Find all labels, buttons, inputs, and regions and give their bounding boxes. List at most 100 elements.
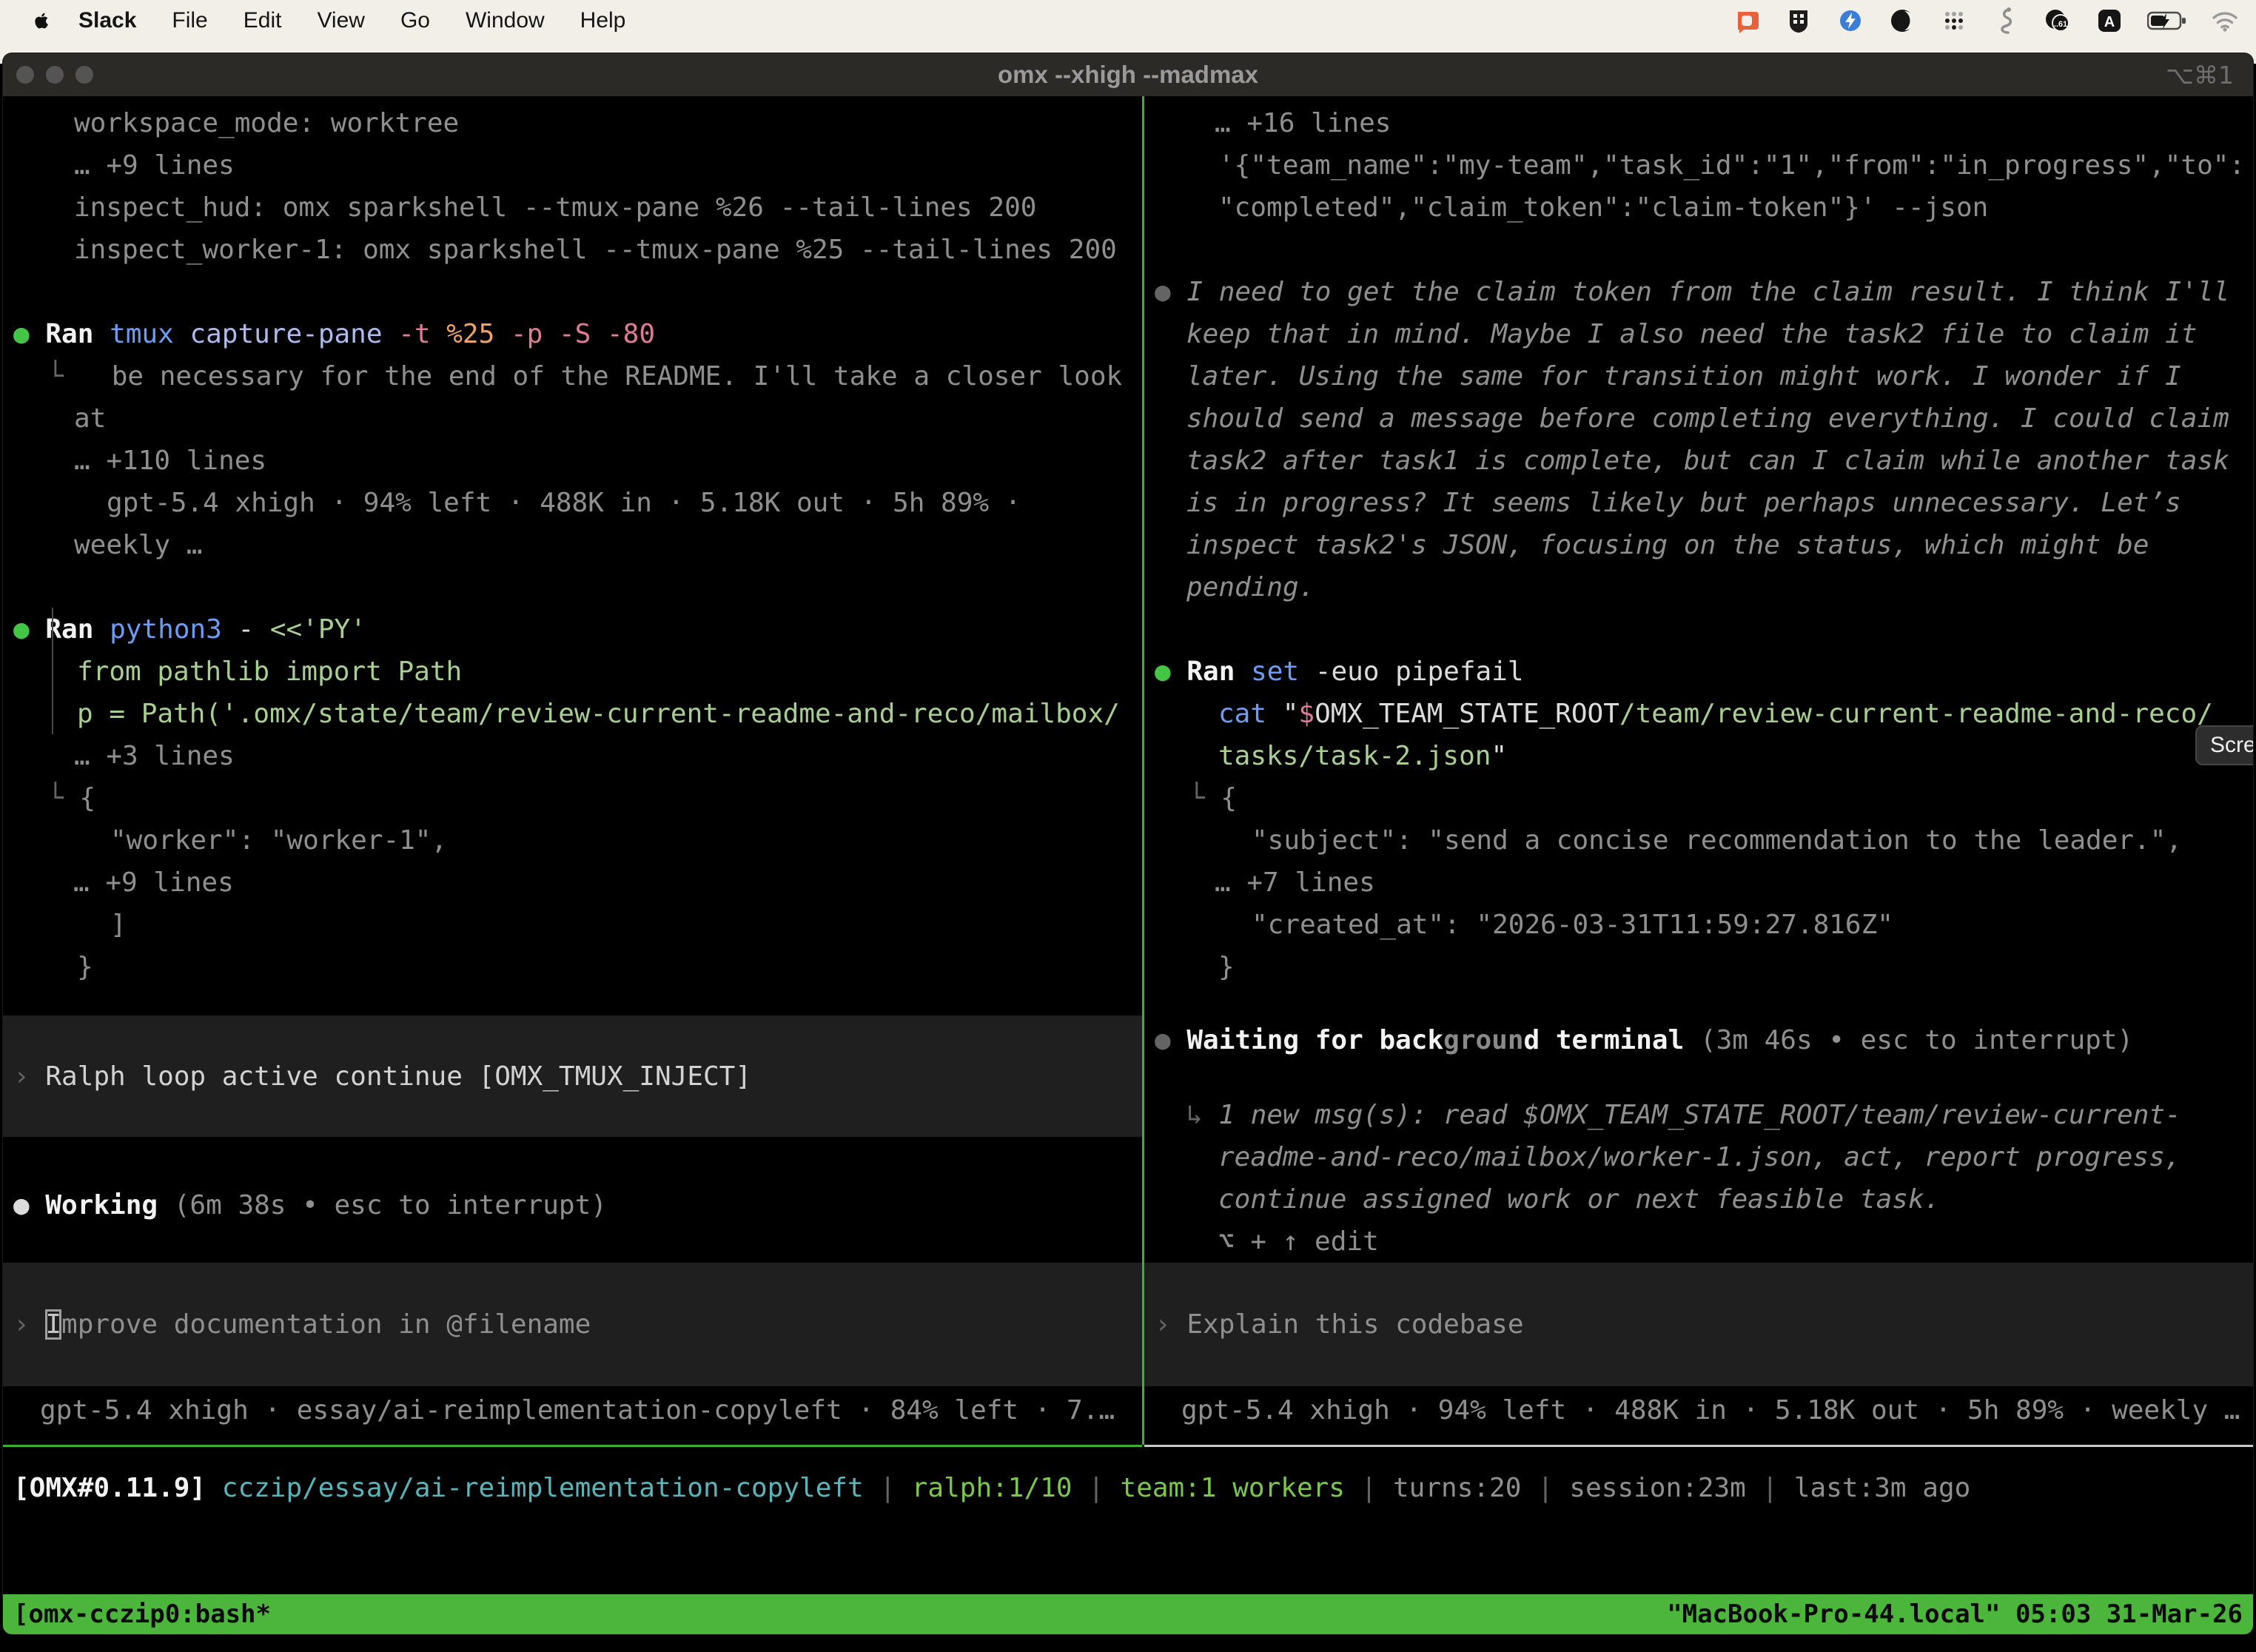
text-segment: (3m 46s • esc to interrupt) bbox=[1684, 1025, 2133, 1055]
text-segment: } bbox=[77, 952, 93, 982]
terminal-line: … +3 lines bbox=[3, 735, 1142, 777]
output-connector-line bbox=[52, 650, 53, 734]
text-segment: Ran bbox=[45, 614, 110, 645]
text-segment: turns:20 bbox=[1393, 1473, 1521, 1503]
text-segment: tmux bbox=[110, 319, 189, 349]
text-segment: team:1 workers bbox=[1121, 1473, 1345, 1503]
tooltip-label: Scre bbox=[2210, 733, 2253, 758]
omx-hud-pane: [OMX#0.11.9] cczip/essay/ai-reimplementa… bbox=[3, 1447, 2253, 1594]
wifi-icon[interactable] bbox=[2210, 6, 2240, 36]
text-segment: ] bbox=[110, 910, 127, 940]
left-terminal-pane[interactable]: workspace_mode: worktree… +9 linesinspec… bbox=[3, 96, 1142, 1445]
terminal-line: ● I need to get the claim token from the… bbox=[1144, 271, 2253, 313]
menu-app-name[interactable]: Slack bbox=[50, 8, 154, 33]
reply-arrow: ↳ bbox=[1186, 1100, 1218, 1130]
text-segment: " bbox=[1491, 741, 1507, 771]
terminal-line: ● Waiting for background terminal (3m 46… bbox=[1144, 1019, 2253, 1061]
terminal-line: └ { bbox=[3, 777, 1142, 819]
menu-item-help[interactable]: Help bbox=[563, 8, 644, 33]
output-elbow: └ bbox=[47, 361, 64, 392]
text-segment: ralph:1/10 bbox=[912, 1473, 1072, 1503]
waiting-bullet: ● bbox=[1155, 1025, 1186, 1055]
menu-item-view[interactable]: View bbox=[299, 8, 382, 33]
text-segment: … +7 lines bbox=[1215, 867, 1375, 898]
text-segment: mprove documentation in @filename bbox=[61, 1309, 591, 1340]
prompt-chevron: › bbox=[13, 1309, 45, 1340]
text-segment: later. Using the same for transition mig… bbox=[1186, 361, 2181, 392]
text-segment: python3 bbox=[110, 614, 238, 645]
text-segment: | bbox=[1072, 1473, 1121, 1503]
text-segment: inspect task2's JSON, focusing on the st… bbox=[1186, 530, 2149, 560]
terminal-line: "subject": "send a concise recommendatio… bbox=[1144, 819, 2253, 862]
text-segment: capture-pane bbox=[189, 319, 398, 349]
text-segment: - bbox=[238, 614, 269, 645]
window-title: omx --xhigh --madmax bbox=[3, 61, 2253, 89]
text-segment: I need to get the claim token from the c… bbox=[1186, 277, 2229, 307]
terminal-line bbox=[3, 566, 1142, 608]
terminal-line: … +9 lines bbox=[3, 862, 1142, 904]
terminal-line: … +16 lines bbox=[1144, 102, 2253, 144]
text-segment: … +9 lines bbox=[74, 150, 235, 181]
text-segment: last:3m ago bbox=[1794, 1473, 1970, 1503]
terminal-line: inspect_worker-1: omx sparkshell --tmux-… bbox=[3, 229, 1142, 271]
terminal-line: from pathlib import Path bbox=[3, 651, 1142, 693]
battery-icon[interactable] bbox=[2146, 6, 2188, 36]
text-segment: $ bbox=[1298, 699, 1315, 729]
menu-bar-status-icons: ..61 A bbox=[1732, 6, 2256, 36]
text-segment: readme-and-reco/mailbox/worker-1.json, a… bbox=[1218, 1142, 2181, 1172]
terminal-line bbox=[1144, 608, 2253, 651]
terminal-line: continue assigned work or next feasible … bbox=[1144, 1178, 2253, 1220]
terminal-line: p = Path('.omx/state/team/review-current… bbox=[3, 693, 1142, 735]
right-terminal-pane[interactable]: … +16 lines '{"team_name":"my-team","task… bbox=[1144, 96, 2253, 1445]
spacer bbox=[3, 1226, 1142, 1263]
chat-app-icon[interactable] bbox=[1732, 6, 1762, 36]
text-segment: [OMX#0.11.9] bbox=[13, 1473, 222, 1503]
menu-item-go[interactable]: Go bbox=[383, 8, 448, 33]
menu-item-edit[interactable]: Edit bbox=[226, 8, 300, 33]
tmux-host-clock: "MacBook-Pro-44.local" 05:03 31-Mar-26 bbox=[1667, 1599, 2243, 1629]
run-bullet: ● bbox=[13, 319, 45, 349]
text-segment: "created_at": "2026-03-31T11:59:27.816Z" bbox=[1252, 910, 1893, 940]
text-segment: … +3 lines bbox=[74, 741, 235, 771]
menu-item-file[interactable]: File bbox=[154, 8, 225, 33]
menu-item-window[interactable]: Window bbox=[448, 8, 563, 33]
shield-grid-icon[interactable] bbox=[1784, 6, 1813, 36]
text-segment: | bbox=[864, 1473, 912, 1503]
text-segment: | bbox=[1746, 1473, 1794, 1503]
text-segment: Waiting for back bbox=[1186, 1025, 1443, 1055]
text-segment: "completed","claim_token":"claim-token"}… bbox=[1218, 192, 1988, 223]
text-segment: " bbox=[1283, 699, 1299, 729]
window-title-bar[interactable]: omx --xhigh --madmax ⌥⌘1 bbox=[3, 53, 2253, 96]
text-segment: /team/review-current-readme-and-reco/ bbox=[1619, 699, 2213, 729]
apple-menu-icon[interactable] bbox=[31, 10, 50, 32]
spacer bbox=[1144, 1061, 2253, 1094]
letter-a-icon[interactable]: A bbox=[2095, 6, 2124, 36]
run-bullet: ● bbox=[13, 614, 45, 645]
tmux-session-label[interactable]: [omx-cczip0:bash* bbox=[13, 1599, 271, 1629]
text-segment: -t bbox=[398, 319, 446, 349]
timer-badge-icon[interactable]: ..61 bbox=[2043, 6, 2072, 36]
prompt-input[interactable]: › Explain this codebase bbox=[1144, 1263, 2253, 1386]
terminal-line: ● Working (6m 38s • esc to interrupt) bbox=[3, 1184, 1142, 1226]
terminal-line: ● Ran python3 - <<'PY' bbox=[3, 608, 1142, 651]
svg-text:A: A bbox=[2104, 14, 2115, 30]
text-segment: '{"team_name":"my-team","task_id":"1","f… bbox=[1218, 150, 2245, 181]
prompt-input[interactable]: › Improve documentation in @filename bbox=[3, 1263, 1142, 1386]
screen-tooltip: Scre bbox=[2195, 725, 2253, 765]
terminal-line: } bbox=[1144, 946, 2253, 988]
output-elbow: └ bbox=[1189, 783, 1221, 813]
terminal-line: task2 after task1 is complete, but can I… bbox=[1144, 440, 2253, 482]
bolt-badge-icon[interactable] bbox=[1836, 6, 1865, 36]
moon-app-icon[interactable] bbox=[1887, 6, 1917, 36]
terminal-line: inspect task2's JSON, focusing on the st… bbox=[1144, 524, 2253, 566]
spacer bbox=[1144, 96, 2253, 102]
prompt-chevron: › bbox=[13, 1061, 45, 1092]
terminal-line: should send a message before completing … bbox=[1144, 397, 2253, 440]
spacer bbox=[1144, 988, 2253, 1019]
run-bullet: ● bbox=[1155, 657, 1186, 687]
squiggle-icon[interactable] bbox=[1991, 6, 2021, 36]
dots-grid-icon[interactable] bbox=[1939, 6, 1969, 36]
prompt-chevron: › bbox=[1155, 1309, 1186, 1340]
terminal-line: later. Using the same for transition mig… bbox=[1144, 355, 2253, 397]
text-segment: (6m 38s • esc to interrupt) bbox=[158, 1190, 607, 1220]
